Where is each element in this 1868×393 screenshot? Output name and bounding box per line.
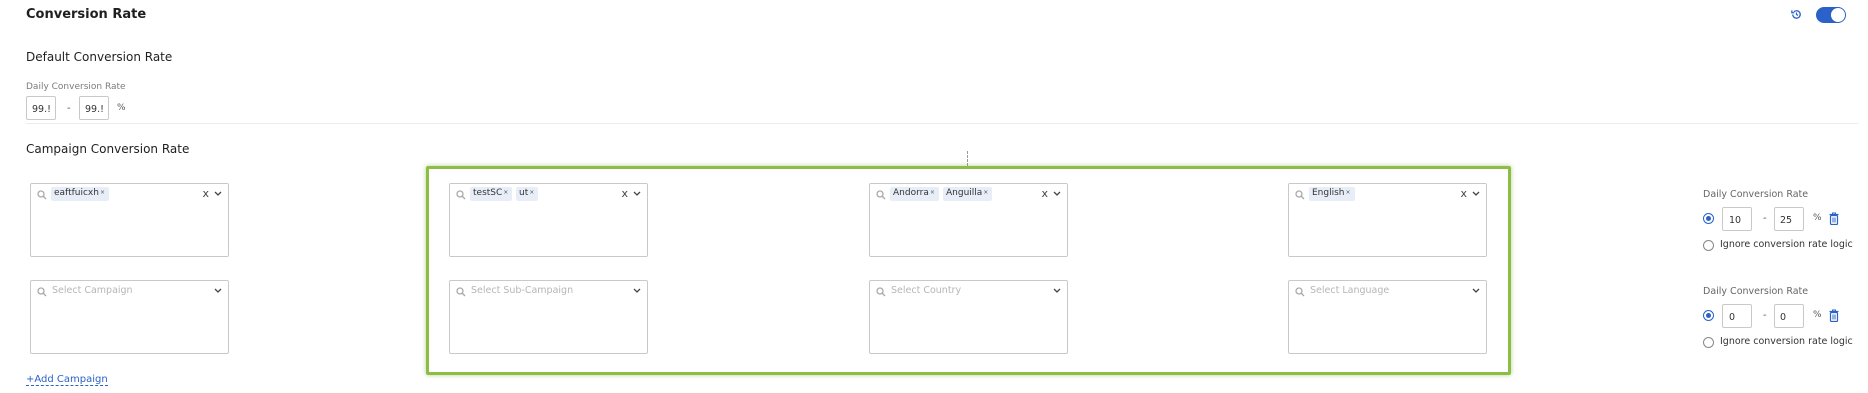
- percent-unit: %: [117, 103, 126, 113]
- selected-tag[interactable]: Andorra×: [890, 187, 939, 201]
- default-rate-heading: Default Conversion Rate: [26, 50, 173, 64]
- section-title: Conversion Rate: [26, 7, 147, 22]
- tag-remove-icon[interactable]: ×: [983, 189, 988, 196]
- campaign-select[interactable]: Select Campaign: [30, 280, 229, 354]
- tag-remove-icon[interactable]: ×: [930, 189, 935, 196]
- campaign-select[interactable]: eaftfuicxh× x: [30, 183, 229, 257]
- country-select[interactable]: Andorra× Anguilla× x: [869, 183, 1068, 257]
- section-divider: [26, 123, 1858, 124]
- select-placeholder: Select Language: [1310, 285, 1390, 296]
- rate-max-input[interactable]: 0: [1774, 304, 1804, 328]
- tag-label: testSC: [473, 188, 503, 198]
- delete-row-icon[interactable]: [1829, 212, 1839, 225]
- select-placeholder: Select Sub-Campaign: [471, 285, 574, 296]
- rate-min-input[interactable]: 10: [1722, 207, 1752, 231]
- tag-label: English: [1312, 188, 1345, 198]
- range-separator: -: [1763, 310, 1767, 321]
- tag-remove-icon[interactable]: ×: [529, 189, 534, 196]
- tag-remove-icon[interactable]: ×: [503, 189, 508, 196]
- clear-icon[interactable]: x: [1041, 187, 1048, 200]
- chevron-down-icon[interactable]: [1472, 191, 1480, 197]
- chevron-down-icon[interactable]: [1053, 191, 1061, 197]
- language-select[interactable]: English× x: [1288, 183, 1487, 257]
- rate-min-input[interactable]: 0: [1722, 304, 1752, 328]
- tag-label: Andorra: [893, 188, 929, 198]
- default-rate-label: Daily Conversion Rate: [26, 82, 126, 92]
- drag-guide: [967, 151, 968, 166]
- clear-icon[interactable]: x: [1460, 187, 1467, 200]
- language-select[interactable]: Select Language: [1288, 280, 1487, 354]
- sub-campaign-select[interactable]: testSC× ut× x: [449, 183, 648, 257]
- ignore-logic-label: Ignore conversion rate logic: [1720, 239, 1853, 250]
- add-campaign-link[interactable]: +Add Campaign: [26, 374, 108, 386]
- selected-tag[interactable]: Anguilla×: [943, 187, 993, 201]
- selected-tag[interactable]: English×: [1309, 187, 1355, 201]
- toggle-knob: [1831, 8, 1845, 22]
- ignore-logic-label: Ignore conversion rate logic: [1720, 336, 1853, 347]
- chevron-down-icon[interactable]: [1472, 288, 1480, 294]
- select-placeholder: Select Campaign: [52, 285, 133, 296]
- search-icon: [37, 287, 47, 297]
- range-separator: -: [67, 103, 71, 114]
- chevron-down-icon[interactable]: [214, 191, 222, 197]
- selected-tag[interactable]: eaftfuicxh×: [51, 187, 109, 201]
- tag-label: eaftfuicxh: [54, 188, 99, 198]
- clear-icon[interactable]: x: [621, 187, 628, 200]
- tag-remove-icon[interactable]: ×: [100, 189, 105, 196]
- select-placeholder: Select Country: [891, 285, 962, 296]
- default-rate-max-input[interactable]: 99.!: [79, 96, 109, 120]
- ignore-logic-radio[interactable]: [1703, 240, 1714, 251]
- daily-rate-label: Daily Conversion Rate: [1703, 286, 1809, 297]
- percent-unit: %: [1813, 213, 1822, 223]
- campaign-rate-heading: Campaign Conversion Rate: [26, 142, 190, 156]
- search-icon: [1295, 190, 1305, 200]
- rate-mode-radio[interactable]: [1703, 310, 1714, 321]
- chevron-down-icon[interactable]: [214, 288, 222, 294]
- sub-campaign-select[interactable]: Select Sub-Campaign: [449, 280, 648, 354]
- range-separator: -: [1763, 213, 1767, 224]
- search-icon: [456, 190, 466, 200]
- selected-tag[interactable]: testSC×: [470, 187, 513, 201]
- search-icon: [456, 287, 466, 297]
- history-icon[interactable]: [1790, 8, 1803, 21]
- search-icon: [876, 287, 886, 297]
- tag-label: Anguilla: [946, 188, 983, 198]
- default-rate-min-input[interactable]: 99.!: [26, 96, 56, 120]
- rate-max-input[interactable]: 25: [1774, 207, 1804, 231]
- search-icon: [37, 190, 47, 200]
- chevron-down-icon[interactable]: [1053, 288, 1061, 294]
- percent-unit: %: [1813, 310, 1822, 320]
- rate-mode-radio[interactable]: [1703, 213, 1714, 224]
- chevron-down-icon[interactable]: [633, 191, 641, 197]
- search-icon: [1295, 287, 1305, 297]
- country-select[interactable]: Select Country: [869, 280, 1068, 354]
- conversion-rate-toggle[interactable]: [1816, 7, 1846, 23]
- search-icon: [876, 190, 886, 200]
- clear-icon[interactable]: x: [202, 187, 209, 200]
- tag-label: ut: [519, 188, 529, 198]
- selected-tag[interactable]: ut×: [516, 187, 539, 201]
- tag-remove-icon[interactable]: ×: [1346, 189, 1351, 196]
- chevron-down-icon[interactable]: [633, 288, 641, 294]
- delete-row-icon[interactable]: [1829, 309, 1839, 322]
- daily-rate-label: Daily Conversion Rate: [1703, 189, 1809, 200]
- ignore-logic-radio[interactable]: [1703, 337, 1714, 348]
